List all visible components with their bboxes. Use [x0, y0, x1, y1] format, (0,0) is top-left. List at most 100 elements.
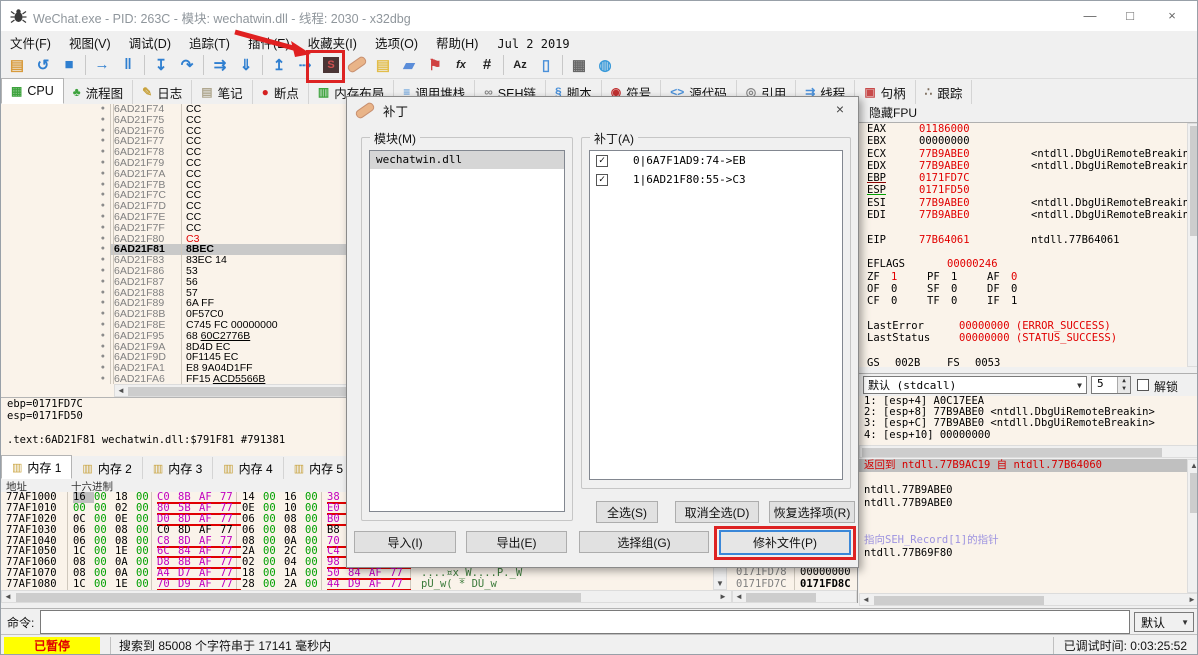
unlock-checkbox[interactable]	[1137, 379, 1149, 391]
run-to-user-code-icon[interactable]: ⇢	[292, 53, 318, 77]
execute-till-return-icon[interactable]: ⇓	[233, 53, 259, 77]
stack-info-line[interactable]	[859, 522, 1187, 535]
patch-list-item[interactable]: ✓ 1|6AD21F80:55->C3	[590, 170, 842, 189]
breakpoint-dot-icon[interactable]: ●	[1, 201, 110, 212]
label-icon[interactable]: ▰	[396, 53, 422, 77]
select-all-button[interactable]: 全选(S)	[596, 501, 658, 523]
tab-trace[interactable]: ∴ 跟踪	[916, 80, 973, 104]
modules-list[interactable]: wechatwin.dll	[369, 150, 565, 512]
register-line[interactable]: EDI 77B9ABE0 <ntdll.DbgUiRemoteBreakin>	[859, 209, 1187, 221]
breakpoint-dot-icon[interactable]: ●	[1, 298, 110, 309]
register-line[interactable]	[859, 246, 1187, 258]
run-to-cursor-icon[interactable]: ⇉	[207, 53, 233, 77]
registers-pane[interactable]: EAX 01186000 EBX 00000000 ECX 77B9ABE0 <ntdll.…	[859, 123, 1187, 367]
breakpoint-dot-icon[interactable]: ●	[1, 352, 110, 363]
tab-breakpoints[interactable]: ● 断点	[253, 80, 309, 104]
breakpoint-dot-icon[interactable]: ●	[1, 320, 110, 331]
scylla-icon[interactable]: S	[318, 53, 344, 77]
stack-info-line[interactable]	[859, 509, 1187, 522]
register-line[interactable]: GS 002B FS 0053	[859, 357, 1187, 367]
calling-convention-select[interactable]: 默认 (stdcall) ▼	[863, 376, 1087, 394]
command-input[interactable]	[40, 610, 1130, 634]
breakpoint-dot-icon[interactable]: ●	[1, 136, 110, 147]
bookmark-icon[interactable]: ⚑	[422, 53, 448, 77]
run-icon[interactable]: →	[89, 53, 115, 77]
stack-h-scrollbar[interactable]: ◄	[732, 590, 857, 603]
stack-info-v-scrollbar[interactable]: ▲	[1187, 459, 1197, 593]
breakpoint-dot-icon[interactable]: ●	[1, 234, 110, 245]
deselect-all-button[interactable]: 取消全选(D)	[675, 501, 759, 523]
hash-icon[interactable]: #	[474, 53, 500, 77]
breakpoint-dot-icon[interactable]: ●	[1, 115, 110, 126]
stack-info-line[interactable]: ntdll.77B69F80	[859, 547, 1187, 560]
open-file-icon[interactable]: ▤	[4, 53, 30, 77]
restore-selection-button[interactable]: 恢复选择项(R)	[769, 501, 855, 523]
breakpoint-dot-icon[interactable]: ●	[1, 180, 110, 191]
patch-icon[interactable]	[344, 53, 370, 77]
register-line[interactable]: ECX 77B9ABE0 <ntdll.DbgUiRemoteBreakin>	[859, 148, 1187, 160]
argument-line[interactable]: 4: [esp+10] 00000000	[859, 429, 1197, 441]
breakpoint-dot-icon[interactable]: ●	[1, 331, 110, 342]
maximize-button[interactable]: □	[1115, 5, 1145, 27]
export-button[interactable]: 导出(E)	[466, 531, 567, 553]
register-line[interactable]: ZF 1 PF 1 AF 0	[859, 271, 1187, 283]
stack-info-line[interactable]: ntdll.77B9ABE0	[859, 484, 1187, 497]
breakpoint-dot-icon[interactable]: ●	[1, 309, 110, 320]
globe-icon[interactable]: ◍	[592, 53, 618, 77]
dump-tab-3[interactable]: ▥ 内存 3	[143, 457, 214, 479]
register-line[interactable]	[859, 307, 1187, 319]
patch-checkbox[interactable]: ✓	[596, 154, 608, 167]
step-over-icon[interactable]: ↷	[174, 53, 200, 77]
stack-info-line[interactable]: 返回到 ntdll.77B9AC19 自 ntdll.77B64060	[859, 459, 1187, 472]
close-button[interactable]: ×	[1157, 5, 1187, 27]
patches-list[interactable]: ✓ 0|6A7F1AD9:74->EB ✓ 1|6AD21F80:55->C3	[589, 150, 843, 480]
minimize-button[interactable]: —	[1075, 5, 1105, 27]
strings-icon[interactable]: Az	[507, 53, 533, 77]
tab-notes[interactable]: ▤ 笔记	[192, 80, 253, 104]
breakpoint-dot-icon[interactable]: ●	[1, 374, 110, 384]
right-panel-h-scrollbar[interactable]: ◄ ►	[859, 593, 1197, 606]
register-line[interactable]: OF 0 SF 0 DF 0	[859, 283, 1187, 295]
breakpoint-dot-icon[interactable]: ●	[1, 244, 110, 255]
registers-v-scrollbar[interactable]	[1187, 123, 1197, 367]
register-line[interactable]: EAX 01186000	[859, 123, 1187, 135]
restart-icon[interactable]: ↺	[30, 53, 56, 77]
tab-graph[interactable]: ♣ 流程图	[64, 80, 134, 104]
register-line[interactable]: EBP 0171FD7C	[859, 172, 1187, 184]
select-group-button[interactable]: 选择组(G)	[579, 531, 709, 553]
breakpoint-dot-icon[interactable]: ●	[1, 104, 110, 115]
calculator-icon[interactable]: ▦	[566, 53, 592, 77]
register-line[interactable]: EIP 77B64061 ntdll.77B64061	[859, 234, 1187, 246]
stack-info-line[interactable]	[859, 472, 1187, 485]
breakpoint-dot-icon[interactable]: ●	[1, 342, 110, 353]
breakpoint-dot-icon[interactable]: ●	[1, 277, 110, 288]
register-line[interactable]: LastStatus 00000000 (STATUS_SUCCESS)	[859, 332, 1187, 344]
arguments-h-scrollbar[interactable]	[859, 445, 1197, 458]
breakpoint-dot-icon[interactable]: ●	[1, 158, 110, 169]
arg-count-stepper[interactable]: 5 ▲ ▼	[1091, 376, 1131, 394]
comment-icon[interactable]: ▤	[370, 53, 396, 77]
arguments-pane[interactable]: 1: [esp+4] A0C17EEA 2: [esp+8] 77B9ABE0 <…	[859, 396, 1197, 446]
stack-info-line[interactable]: 指向SEH_Record[1]的指针	[859, 534, 1187, 547]
import-button[interactable]: 导入(I)	[354, 531, 456, 553]
step-out-icon[interactable]: ↥	[266, 53, 292, 77]
dump-row[interactable]: 77AF1080 1C 00 1E 00 70 D9 AF 77 28 00 2A 00 44 D9 AF 77…	[1, 579, 732, 590]
breakpoint-dot-icon[interactable]: ●	[1, 190, 110, 201]
dump-tab-1[interactable]: ▥ 内存 1	[1, 455, 73, 479]
dump-tab-5[interactable]: ▥ 内存 5	[284, 457, 355, 479]
stack-info-pane[interactable]: 返回到 ntdll.77B9AC19 自 ntdll.77B64060 ntdl…	[859, 459, 1187, 593]
stack-info-line[interactable]: ntdll.77B9ABE0	[859, 497, 1187, 510]
step-into-icon[interactable]: ↧	[148, 53, 174, 77]
register-line[interactable]: EDX 77B9ABE0 <ntdll.DbgUiRemoteBreakin>	[859, 160, 1187, 172]
breakpoint-dot-icon[interactable]: ●	[1, 223, 110, 234]
register-line[interactable]: ESI 77B9ABE0 <ntdll.DbgUiRemoteBreakin>	[859, 197, 1187, 209]
register-line[interactable]: ESP 0171FD50	[859, 184, 1187, 196]
stop-icon[interactable]: ■	[56, 53, 82, 77]
breakpoint-dot-icon[interactable]: ●	[1, 288, 110, 299]
register-line[interactable]: EFLAGS 00000246	[859, 258, 1187, 270]
breakpoint-dot-icon[interactable]: ●	[1, 255, 110, 266]
argument-line[interactable]: 3: [esp+C] 77B9ABE0 <ntdll.DbgUiRemoteBr…	[859, 418, 1197, 429]
register-line[interactable]: EBX 00000000	[859, 135, 1187, 147]
patch-checkbox[interactable]: ✓	[596, 173, 608, 186]
hide-fpu-button[interactable]: 隐藏FPU	[859, 104, 1197, 123]
